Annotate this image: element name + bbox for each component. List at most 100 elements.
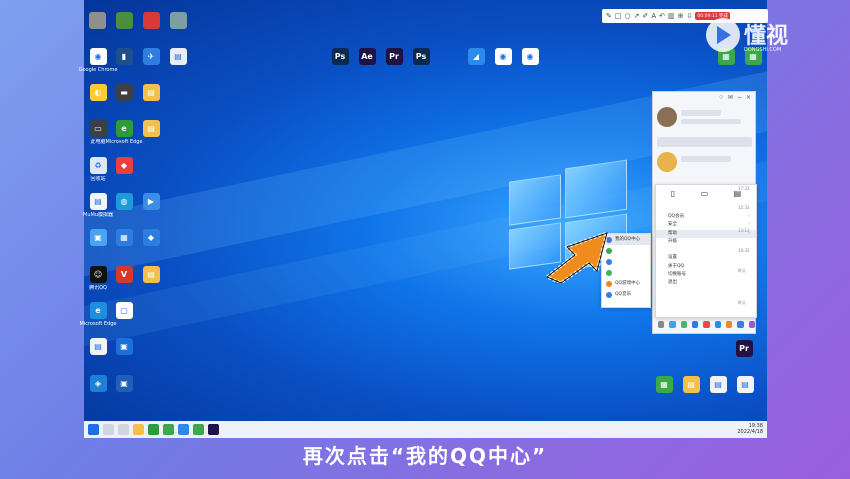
desktop-icon[interactable]: Ps (401, 48, 441, 67)
chat-time: 17:31 (738, 186, 750, 191)
icon-label: Microsoft Edge (79, 321, 117, 327)
minimize-icon[interactable]: − (737, 94, 742, 102)
delete-icon[interactable]: ▥ (668, 12, 675, 20)
arrow-icon[interactable]: ↗ (634, 12, 640, 20)
app-icon: Pr (385, 48, 403, 65)
app-icon: ▦ (655, 376, 673, 393)
app-icon: ▤ (736, 376, 754, 393)
chat-time: 15:33 (738, 205, 750, 210)
icon-label: MuMu模拟器 (83, 212, 113, 218)
submenu-item[interactable]: QQ音乐 (602, 289, 650, 300)
menu-icon[interactable] (658, 320, 665, 328)
desktop-icon[interactable]: ▶ (131, 193, 171, 212)
search-input[interactable] (657, 137, 752, 147)
undo-icon[interactable]: ↶ (659, 12, 665, 20)
desktop-icon[interactable]: ▣ (104, 338, 144, 357)
app-icon: ◉ (521, 48, 539, 65)
chevron-right-icon: › (748, 214, 750, 219)
play-logo-icon (706, 18, 740, 52)
browser-icon[interactable] (163, 424, 174, 435)
start-button[interactable] (88, 424, 99, 435)
desktop-icon[interactable]: ▤ (725, 376, 765, 395)
pin-icon[interactable]: ⊕ (678, 12, 684, 20)
desktop-icon[interactable] (158, 12, 198, 29)
app-icon[interactable] (703, 320, 710, 328)
app-icon: Ps (331, 48, 349, 65)
search-icon[interactable] (103, 424, 114, 435)
folder-icon[interactable] (133, 424, 144, 435)
avatar[interactable] (657, 107, 677, 127)
submenu-label: QQ音乐 (615, 292, 632, 297)
menu-item[interactable]: 设置 (656, 254, 756, 262)
watermark-logo: 懂视 DONGSHI.COM (706, 14, 818, 58)
menu-item[interactable]: 退出 (656, 279, 756, 287)
app-icon (169, 12, 187, 29)
app-icon: ▤ (709, 376, 727, 393)
app-icon: ▤ (169, 48, 187, 65)
clock-date: 2022/4/18 (737, 429, 763, 435)
menu-shortcut[interactable]: ▯ (671, 189, 675, 213)
desktop-icon[interactable]: ◆ (104, 157, 144, 176)
app-icon[interactable] (669, 320, 676, 328)
desktop-icon[interactable]: ▤ (158, 48, 198, 67)
edge-icon[interactable] (148, 424, 159, 435)
download-icon[interactable]: ⇩ (687, 12, 693, 20)
submenu-label: 我的QQ中心 (615, 237, 641, 242)
menu-shortcut[interactable]: ▭ (701, 189, 709, 213)
desktop-icon[interactable]: ▣ (104, 375, 144, 394)
circle-icon[interactable]: ○ (625, 12, 631, 20)
pen-icon[interactable]: ✎ (606, 12, 612, 20)
app-icon[interactable] (680, 320, 687, 328)
icon-label: 腾讯QQ (89, 285, 107, 291)
app-icon: ▣ (115, 338, 133, 355)
app-icon (88, 12, 106, 29)
app-icon: ▮ (115, 48, 133, 65)
app-icon: ▣ (115, 375, 133, 392)
app-icon: ◆ (115, 157, 133, 174)
desktop-icon[interactable]: ▤ (131, 84, 171, 103)
app-icon[interactable] (714, 320, 721, 328)
desktop-icon[interactable]: ◉ (510, 48, 550, 67)
text-icon[interactable]: A (651, 12, 656, 20)
qq-taskbar-icon[interactable] (178, 424, 189, 435)
icon-label: Microsoft Edge (105, 139, 143, 145)
chat-time: 14:35 (738, 248, 750, 253)
app-icon (115, 12, 133, 29)
menu-item[interactable]: 升级 (656, 238, 756, 246)
shirt-icon[interactable]: ♢ (719, 94, 724, 102)
taskview-icon[interactable] (118, 424, 129, 435)
system-tray[interactable]: 19:38 2022/4/18 (737, 423, 763, 435)
subtitle-caption: 再次点击“我的QQ中心” (302, 444, 548, 468)
rect-icon[interactable]: □ (615, 12, 622, 20)
app-icon[interactable] (748, 320, 755, 328)
desktop-icon[interactable]: ▤ (131, 120, 171, 139)
menu-item-label: 关于QQ (668, 263, 685, 269)
icon-label: 回收站 (90, 176, 106, 182)
app-icon: ◢ (467, 48, 485, 65)
desktop-icon[interactable]: ◆ (131, 229, 171, 248)
premiere-taskbar-icon[interactable] (208, 424, 219, 435)
app-icon: e (115, 120, 133, 137)
shortcut-icon: ▭ (700, 189, 709, 198)
app-icon[interactable] (725, 320, 733, 328)
app-icon[interactable] (737, 320, 744, 328)
app-icon: V (115, 266, 133, 283)
app-icon: ▢ (115, 302, 133, 319)
pencil-icon[interactable]: ✐ (642, 12, 648, 20)
close-icon[interactable]: × (746, 94, 751, 102)
menu-item-label: 切换账号 (668, 272, 686, 278)
menu-item[interactable]: QQ会员 › (656, 213, 756, 221)
app-icon: ▤ (142, 120, 160, 137)
desktop-icon[interactable]: ▤ (131, 266, 171, 285)
app-icon: ▶ (142, 193, 160, 210)
app-icon: ◆ (142, 229, 160, 246)
app-icon[interactable] (691, 320, 699, 328)
chat-time: 昨天 (738, 268, 746, 273)
mail-icon[interactable]: ✉ (728, 94, 733, 102)
desktop-icon[interactable]: ▢ (104, 302, 144, 321)
app-taskbar-icon[interactable] (193, 424, 204, 435)
nickname-placeholder (681, 110, 721, 116)
desktop-icon[interactable]: Pr (724, 340, 764, 359)
qq-titlebar: ♢ ✉ − × (653, 92, 755, 104)
app-icon: ◉ (494, 48, 512, 65)
